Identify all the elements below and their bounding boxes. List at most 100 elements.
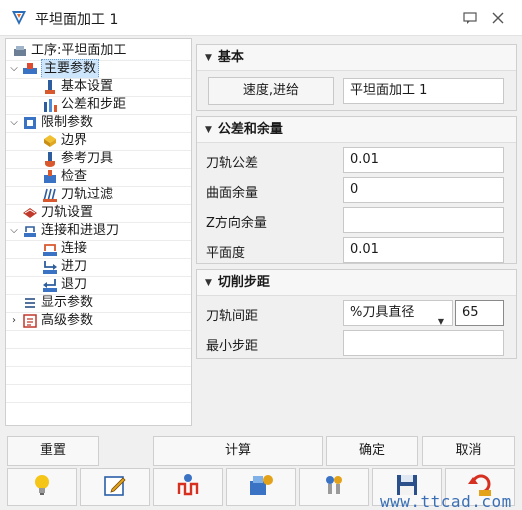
path-spacing-mode-select[interactable]: %刀具直径 ▼ (343, 300, 453, 326)
toolpath-settings-icon (22, 205, 38, 221)
surface-allowance-label: 曲面余量 (206, 186, 259, 201)
properties-panel: ▼ 基本 速度,进给 平坦面加工 1 ▼ 公差和余量 刀轨公差 0.01 曲面余… (196, 38, 517, 426)
tree-item-label: 边界 (61, 133, 88, 148)
surface-allowance-field[interactable]: 0 (343, 177, 504, 203)
collapse-toggle-icon[interactable]: › (9, 316, 19, 326)
tree-item-link-engage[interactable]: 连接和进退刀 (22, 222, 119, 240)
z-allowance-row: Z方向余量 (197, 205, 516, 235)
flatness-label: 平面度 (206, 246, 246, 261)
tree-item-label: 基本设置 (61, 79, 114, 94)
tree-root[interactable]: 工序:平坦面加工 (12, 42, 126, 60)
retract-icon (42, 277, 58, 293)
collapse-triangle-icon: ▼ (205, 52, 212, 63)
app-logo-icon (10, 9, 28, 27)
tree-item-label: 显示参数 (41, 295, 94, 310)
simulate-button[interactable] (299, 468, 369, 506)
z-allowance-label: Z方向余量 (206, 216, 267, 231)
boundary-icon (42, 133, 58, 149)
toolpath-filter-icon (42, 187, 58, 203)
cut-step-group-header[interactable]: ▼ 切削步距 (197, 270, 516, 296)
tree-item-reference-tool[interactable]: 参考刀具 (42, 150, 113, 168)
help-icon[interactable] (460, 9, 480, 27)
tolerance-step-icon (42, 97, 58, 113)
basic-group: ▼ 基本 速度,进给 平坦面加工 1 (196, 44, 517, 111)
path-spacing-value-field[interactable]: 65 (455, 300, 504, 326)
reference-tool-icon (42, 151, 58, 167)
link-engage-icon (22, 223, 38, 239)
advanced-params-icon (22, 313, 38, 329)
speed-feed-button[interactable]: 速度,进给 (208, 77, 334, 105)
tolerance-group-header[interactable]: ▼ 公差和余量 (197, 117, 516, 143)
tree-item-engage[interactable]: 进刀 (42, 258, 87, 276)
group-title: 公差和余量 (217, 121, 283, 137)
tree-root-label: 工序:平坦面加工 (31, 43, 127, 58)
tree-item-toolpath-settings[interactable]: 刀轨设置 (22, 204, 93, 222)
watermark-text: www.ttcad.com (380, 492, 512, 510)
tree-item-label: 连接和进退刀 (41, 223, 120, 238)
cancel-button[interactable]: 取消 (422, 436, 515, 466)
tolerance-group: ▼ 公差和余量 刀轨公差 0.01 曲面余量 0 Z方向余量 平面度 0.01 (196, 116, 517, 264)
reset-button[interactable]: 重置 (7, 436, 99, 466)
group-title: 切削步距 (217, 274, 270, 290)
ok-button[interactable]: 确定 (326, 436, 418, 466)
min-step-field[interactable] (343, 330, 504, 356)
tree-item-label: 检查 (61, 169, 88, 184)
tree-item-retract[interactable]: 退刀 (42, 276, 87, 294)
edit-icon (103, 473, 127, 501)
collapse-triangle-icon: ▼ (205, 277, 212, 288)
close-icon[interactable] (488, 9, 508, 27)
tree-item-label: 公差和步距 (61, 97, 127, 112)
operation-icon (12, 43, 28, 59)
title-bar: 平坦面加工 1 (0, 0, 522, 36)
tree-item-label: 限制参数 (41, 115, 94, 130)
cut-step-group: ▼ 切削步距 刀轨间距 %刀具直径 ▼ 65 最小步距 (196, 269, 517, 359)
tree-item-label: 刀轨设置 (41, 205, 94, 220)
tree-item-limit-params[interactable]: 限制参数 (22, 114, 93, 132)
path-spacing-mode-value: %刀具直径 (350, 305, 415, 320)
tree-item-boundary[interactable]: 边界 (42, 132, 87, 150)
flatness-row: 平面度 0.01 (197, 235, 516, 265)
basic-group-header[interactable]: ▼ 基本 (197, 45, 516, 71)
operation-name-field[interactable]: 平坦面加工 1 (343, 78, 504, 104)
path-spacing-row: 刀轨间距 %刀具直径 ▼ 65 (197, 298, 516, 328)
lightbulb-icon (31, 473, 53, 501)
edit-button[interactable] (80, 468, 150, 506)
verify-button[interactable] (226, 468, 296, 506)
path-spacing-label: 刀轨间距 (206, 309, 259, 324)
tree-item-main-params[interactable]: 主要参数 (22, 59, 100, 79)
toolpath-tolerance-label: 刀轨公差 (206, 156, 259, 171)
link-icon (42, 241, 58, 257)
tree-item-basic-settings[interactable]: 基本设置 (42, 78, 113, 96)
z-allowance-field[interactable] (343, 207, 504, 233)
tree-item-label: 连接 (61, 241, 88, 256)
toolpath-tolerance-row: 刀轨公差 0.01 (197, 145, 516, 175)
toolpath-tolerance-field[interactable]: 0.01 (343, 147, 504, 173)
parameter-tree[interactable]: 工序:平坦面加工 ⌵ 主要参数 基本设置 公差和步距 ⌵ 限制参数 边界 参考刀… (5, 38, 192, 426)
flatness-field[interactable]: 0.01 (343, 237, 504, 263)
tree-item-label: 进刀 (61, 259, 88, 274)
tree-item-link[interactable]: 连接 (42, 240, 87, 258)
tree-item-tolerance-step[interactable]: 公差和步距 (42, 96, 126, 114)
compute-button[interactable]: 计算 (153, 436, 323, 466)
tree-item-advanced-params[interactable]: 高级参数 (22, 312, 93, 330)
simulate-icon (321, 472, 347, 502)
tip-button[interactable] (7, 468, 77, 506)
expand-toggle-icon[interactable]: ⌵ (9, 226, 19, 236)
tree-item-label: 参考刀具 (61, 151, 114, 166)
engage-icon (42, 259, 58, 275)
generate-path-button[interactable] (153, 468, 223, 506)
main-params-icon (22, 61, 38, 77)
check-icon (42, 169, 58, 185)
tree-item-label: 主要参数 (41, 59, 100, 79)
group-title: 基本 (217, 49, 244, 65)
tree-item-label: 退刀 (61, 277, 88, 292)
expand-toggle-icon[interactable]: ⌵ (9, 64, 19, 74)
basic-settings-icon (42, 79, 58, 95)
collapse-triangle-icon: ▼ (205, 124, 212, 135)
toolpath-generate-icon (175, 472, 201, 502)
tree-item-display-params[interactable]: 显示参数 (22, 294, 93, 312)
tree-item-toolpath-filter[interactable]: 刀轨过滤 (42, 186, 113, 204)
expand-toggle-icon[interactable]: ⌵ (9, 118, 19, 128)
tree-item-check[interactable]: 检查 (42, 168, 87, 186)
tree-item-label: 刀轨过滤 (61, 187, 114, 202)
